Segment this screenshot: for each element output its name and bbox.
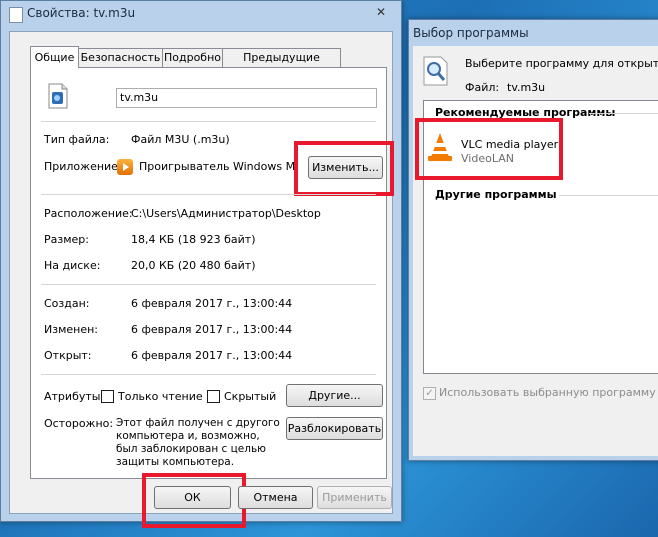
vlc-highlight	[415, 118, 563, 180]
hidden-label: Скрытый	[224, 390, 277, 403]
file-type-value: Файл M3U (.m3u)	[131, 133, 230, 146]
warning-text: Этот файл получен с другого компьютера и…	[116, 417, 280, 468]
location-label: Расположение:	[44, 207, 133, 220]
attributes-label: Атрибуты:	[44, 390, 105, 403]
warning-label: Осторожно:	[44, 417, 114, 430]
ok-button[interactable]: ОК	[154, 486, 231, 509]
tab-previous-versions[interactable]: Предыдущие версии	[222, 48, 341, 82]
header-divider	[559, 195, 658, 196]
media-player-icon	[117, 159, 133, 175]
separator	[41, 284, 376, 285]
tab-security[interactable]: Безопасность	[78, 48, 163, 67]
open-with-window: Выбор программы Выберите программу для о…	[408, 19, 658, 461]
other-programs-header: Другие программы	[435, 188, 557, 201]
created-value: 6 февраля 2017 г., 13:00:44	[131, 297, 293, 310]
separator	[41, 374, 376, 375]
magnifier-icon	[423, 56, 449, 86]
hidden-checkbox[interactable]	[207, 390, 220, 403]
created-label: Создан:	[44, 297, 90, 310]
open-with-title: Выбор программы	[413, 26, 529, 40]
file-type-label: Тип файла:	[44, 133, 110, 146]
apply-button[interactable]: Применить	[317, 486, 392, 509]
file-label: Файл:	[465, 81, 500, 94]
properties-window: Свойства: tv.m3u ✕ Общие Безопасность По…	[0, 0, 402, 528]
close-button[interactable]: ✕	[369, 3, 393, 21]
opened-value: 6 февраля 2017 г., 13:00:44	[131, 349, 293, 362]
separator	[41, 121, 376, 122]
close-icon: ✕	[375, 5, 387, 19]
modified-label: Изменен:	[44, 323, 99, 336]
size-value: 18,4 КБ (18 923 байт)	[131, 233, 256, 246]
always-use-checkbox[interactable]: ✓	[423, 387, 436, 400]
other-attributes-button[interactable]: Другие...	[286, 384, 383, 407]
header-divider	[589, 113, 658, 114]
filename-input[interactable]: tv.m3u	[116, 88, 377, 108]
always-use-label: Использовать выбранную программу для в	[439, 386, 658, 399]
media-file-icon	[47, 83, 69, 109]
location-value: C:\Users\Администратор\Desktop	[131, 207, 321, 220]
separator	[41, 194, 376, 195]
cancel-button[interactable]: Отмена	[238, 486, 313, 509]
application-value: Проигрыватель Windows Medi	[139, 160, 296, 173]
disk-size-label: На диске:	[44, 259, 101, 272]
tab-general[interactable]: Общие	[30, 46, 79, 68]
properties-app-icon	[9, 7, 23, 23]
open-with-prompt: Выберите программу для открытия эт	[465, 57, 658, 70]
readonly-label: Только чтение	[118, 390, 203, 403]
readonly-checkbox[interactable]	[101, 390, 114, 403]
unblock-button[interactable]: Разблокировать	[286, 417, 383, 440]
disk-size-value: 20,0 КБ (20 480 байт)	[131, 259, 256, 272]
application-label: Приложение:	[44, 160, 122, 173]
modified-value: 6 февраля 2017 г., 13:00:44	[131, 323, 293, 336]
change-button[interactable]: Изменить...	[308, 156, 383, 179]
tab-details[interactable]: Подробно	[162, 48, 223, 67]
size-label: Размер:	[44, 233, 89, 246]
opened-label: Открыт:	[44, 349, 92, 362]
properties-title: Свойства: tv.m3u	[27, 6, 136, 20]
file-value: tv.m3u	[507, 81, 546, 94]
